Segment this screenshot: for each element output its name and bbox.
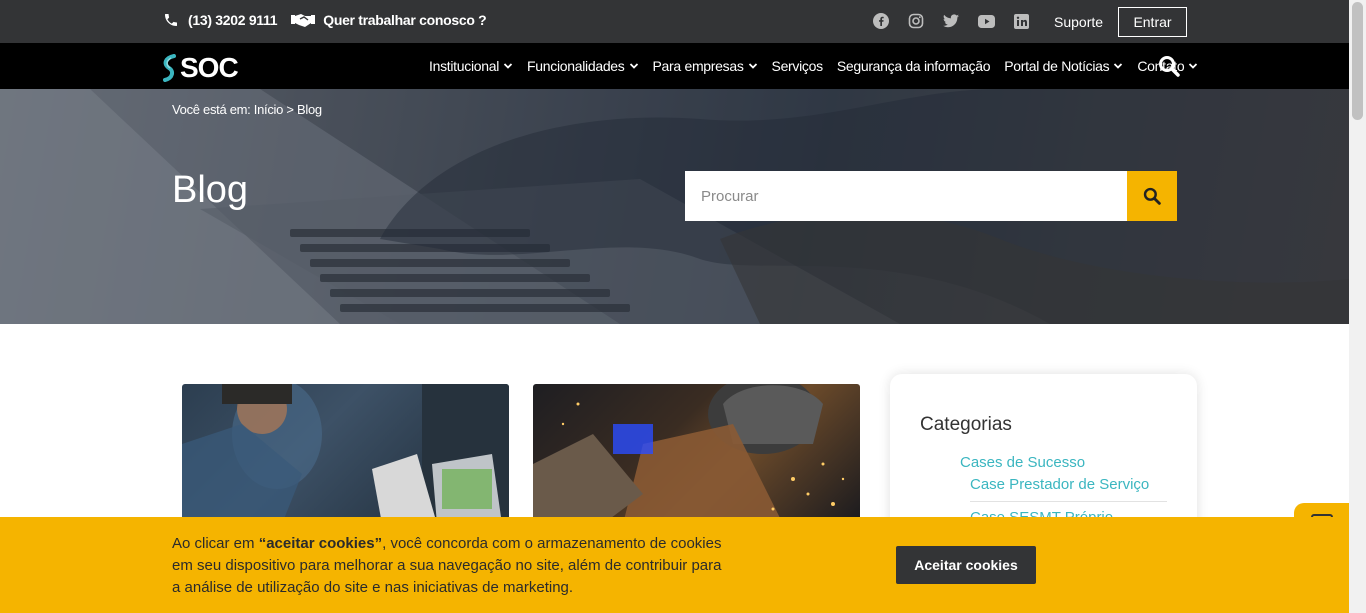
handshake-icon [291,11,316,29]
nav-item-portal-de-noticias[interactable]: Portal de Notícias [1004,58,1123,74]
contact-info: (13) 3202 9111 Quer trabalhar conosco ? [162,11,487,29]
work-with-us-link[interactable]: Quer trabalhar conosco ? [323,12,486,28]
cookie-message-highlight: “aceitar cookies” [258,535,383,552]
chevron-down-icon [1188,61,1198,71]
blog-search-input[interactable] [685,171,1127,221]
blog-post-card-1[interactable] [182,384,509,524]
nav-item-institucional[interactable]: Institucional [429,58,513,74]
search-icon [1143,187,1161,205]
top-bar: (13) 3202 9111 Quer trabalhar conosco ? [0,0,1349,43]
categories-title: Categorias [920,414,1012,435]
category-link[interactable]: Cases de Sucesso [960,454,1085,471]
linkedin-icon[interactable] [1012,12,1030,30]
nav-item-label: Portal de Notícias [1004,58,1110,74]
blog-post-image-1 [182,384,509,524]
nav-item-label: Institucional [429,58,500,74]
breadcrumb: Você está em: Início > Blog [172,102,322,117]
chevron-down-icon [629,61,639,71]
facebook-icon[interactable] [872,12,890,30]
page: (13) 3202 9111 Quer trabalhar conosco ? [0,0,1366,613]
twitter-icon[interactable] [942,12,960,30]
accept-cookies-button[interactable]: Aceitar cookies [896,546,1036,584]
nav-item-seguranca-da-informacao[interactable]: Segurança da informação [836,58,991,74]
support-link[interactable]: Suporte [1054,14,1103,30]
subcategory-link[interactable]: Case Prestador de Serviço [970,476,1149,493]
nav-item-label: Segurança da informação [836,58,991,74]
nav-item-label: Serviços [771,58,824,74]
chevron-down-icon [748,61,758,71]
divider [970,501,1167,502]
page-title: Blog [172,169,249,211]
blog-search-button[interactable] [1127,171,1177,221]
main-nav: SOC Institucional Funcionalidades Para emp… [0,43,1349,89]
search-icon[interactable] [1158,55,1180,77]
scrollbar[interactable] [1349,0,1366,613]
instagram-icon[interactable] [907,12,925,30]
hero-banner: Você está em: Início > Blog Blog [0,89,1349,324]
login-button[interactable]: Entrar [1118,7,1187,37]
nav-item-funcionalidades[interactable]: Funcionalidades [527,58,638,74]
nav-item-servicos[interactable]: Serviços [771,58,824,74]
youtube-icon[interactable] [977,12,995,30]
blog-post-card-2[interactable] [533,384,860,524]
chevron-down-icon [503,61,513,71]
nav-item-label: Funcionalidades [527,58,625,74]
nav-item-label: Para empresas [652,58,744,74]
social-links [872,12,1030,30]
cookie-banner: Ao clicar em “aceitar cookies”, você con… [0,517,1349,613]
soc-logo[interactable]: SOC [161,52,239,84]
phone-icon [162,11,180,29]
cookie-message: Ao clicar em “aceitar cookies”, você con… [172,535,722,596]
blog-post-image-2 [533,384,845,524]
scrollbar-thumb[interactable] [1352,2,1363,120]
nav-menu: Institucional Funcionalidades Para empresa… [429,58,1198,74]
chevron-down-icon [1113,61,1123,71]
logo-text: SOC [180,52,239,83]
logo-wave-icon [163,54,176,82]
nav-item-para-empresas[interactable]: Para empresas [653,58,758,74]
phone-number[interactable]: (13) 3202 9111 [188,12,278,28]
